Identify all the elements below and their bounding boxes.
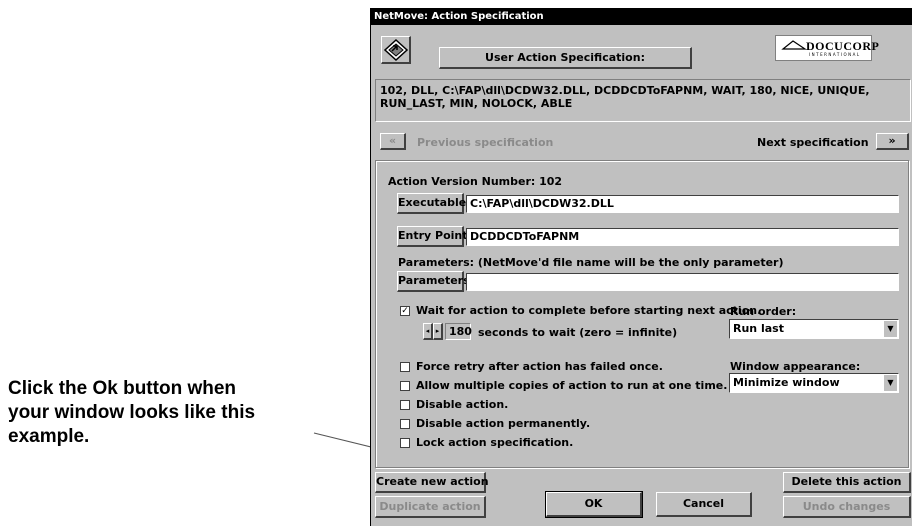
- window-appearance-select[interactable]: Minimize window ▼: [729, 373, 899, 393]
- next-spec-arrow-button[interactable]: »: [876, 133, 909, 150]
- previous-spec-arrow-button[interactable]: «: [380, 133, 406, 150]
- wait-checkbox[interactable]: ✓: [400, 306, 410, 316]
- diamond-arrow-icon: [383, 38, 409, 62]
- entry-point-field[interactable]: DCDDCDToFAPNM: [466, 228, 899, 246]
- disable-action-checkbox[interactable]: [400, 400, 410, 410]
- parameters-field[interactable]: [466, 273, 899, 291]
- force-retry-checkbox[interactable]: [400, 362, 410, 372]
- previous-spec-label[interactable]: Previous specification: [417, 136, 553, 149]
- check-mark-icon: ✓: [401, 306, 409, 316]
- run-order-label: Run order:: [730, 305, 797, 318]
- cancel-button[interactable]: Cancel: [656, 492, 752, 517]
- delete-action-button[interactable]: Delete this action: [783, 472, 911, 493]
- action-specification-window: NetMove: Action Specification User Actio…: [370, 8, 912, 526]
- logo-mark-icon: [781, 40, 807, 50]
- entry-point-button[interactable]: Entry Point: [397, 226, 468, 247]
- create-new-action-button[interactable]: Create new action: [375, 472, 489, 493]
- seconds-decrement-button[interactable]: ◂: [423, 323, 433, 340]
- executable-field[interactable]: C:\FAP\dll\DCDW32.DLL: [466, 195, 899, 213]
- lock-spec-checkbox[interactable]: [400, 438, 410, 448]
- chevron-down-icon[interactable]: ▼: [883, 375, 897, 391]
- version-label: Action Version Number: 102: [388, 175, 563, 188]
- run-order-value: Run last: [733, 322, 784, 335]
- wait-label[interactable]: Wait for action to complete before start…: [416, 304, 761, 317]
- allow-multiple-checkbox[interactable]: [400, 381, 410, 391]
- disable-action-label[interactable]: Disable action.: [416, 398, 508, 411]
- app-icon-button[interactable]: [381, 36, 411, 64]
- force-retry-label[interactable]: Force retry after action has failed once…: [416, 360, 663, 373]
- window-title: NetMove: Action Specification: [371, 9, 912, 25]
- docucorp-logo: DOCUCORP INTERNATIONAL: [775, 35, 879, 61]
- ok-button[interactable]: OK: [545, 491, 643, 518]
- seconds-increment-button[interactable]: ▸: [433, 323, 443, 340]
- spec-summary-line-2: RUN_LAST, MIN, NOLOCK, ABLE: [380, 97, 573, 110]
- allow-multiple-label[interactable]: Allow multiple copies of action to run a…: [416, 379, 727, 392]
- parameters-note: Parameters: (NetMove'd file name will be…: [398, 256, 784, 269]
- next-spec-label[interactable]: Next specification: [757, 136, 869, 149]
- triangle-left-icon: ◂: [425, 327, 430, 335]
- parameters-button[interactable]: Parameters: [397, 271, 470, 292]
- user-action-spec-button[interactable]: User Action Specification:: [439, 47, 692, 69]
- disable-permanently-checkbox[interactable]: [400, 419, 410, 429]
- triangle-right-icon: ▸: [435, 327, 440, 335]
- executable-button[interactable]: Executable: [397, 193, 466, 214]
- run-order-select[interactable]: Run last ▼: [729, 319, 899, 339]
- duplicate-action-button[interactable]: Duplicate action: [375, 496, 486, 518]
- spec-summary-line-1: 102, DLL, C:\FAP\dll\DCDW32.DLL, DCDDCDT…: [380, 84, 870, 97]
- seconds-label: seconds to wait (zero = infinite): [478, 326, 678, 339]
- lock-spec-label[interactable]: Lock action specification.: [416, 436, 573, 449]
- logo-subtext: INTERNATIONAL: [809, 52, 861, 57]
- window-appearance-label: Window appearance:: [730, 360, 861, 373]
- chevron-down-icon[interactable]: ▼: [883, 321, 897, 337]
- seconds-field[interactable]: 180: [445, 323, 472, 340]
- window-appearance-value: Minimize window: [733, 376, 840, 389]
- spec-summary-box: 102, DLL, C:\FAP\dll\DCDW32.DLL, DCDDCDT…: [375, 79, 911, 122]
- undo-changes-button[interactable]: Undo changes: [783, 496, 911, 518]
- disable-permanently-label[interactable]: Disable action permanently.: [416, 417, 590, 430]
